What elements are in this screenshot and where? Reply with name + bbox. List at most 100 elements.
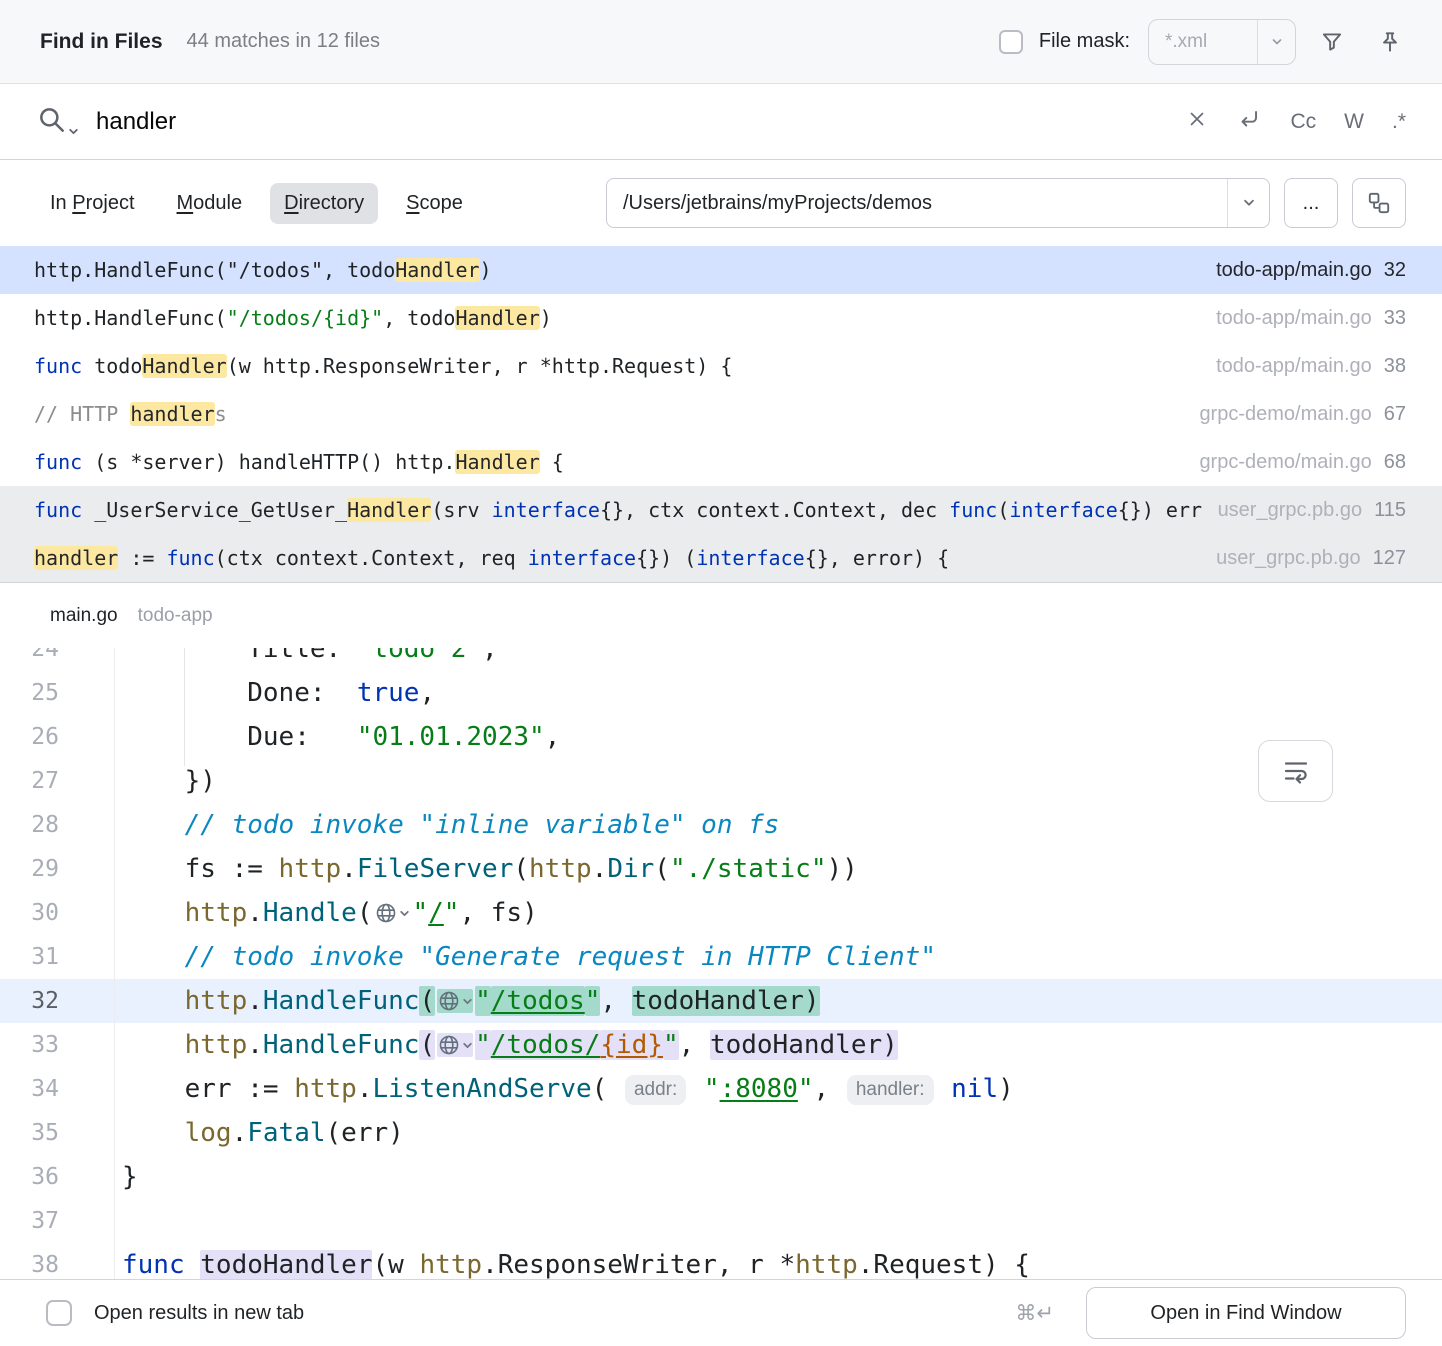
editor-line[interactable]: 34 err := http.ListenAndServe( addr: ":8… [0,1067,1442,1111]
code-text: func [122,1250,185,1279]
editor-line[interactable]: 30 http.Handle("/", fs) [0,891,1442,935]
file-mask-checkbox[interactable] [999,30,1023,54]
code-text: log [185,1118,232,1148]
open-results-new-tab-checkbox[interactable] [46,1300,72,1326]
result-row[interactable]: func todoHandler(w http.ResponseWriter, … [0,342,1442,390]
directory-structure-icon[interactable] [1352,178,1406,228]
editor-line[interactable]: 24 Title: "todo 2", [0,648,1442,671]
line-number: 31 [0,935,115,979]
match-case-toggle[interactable]: Cc [1290,110,1316,134]
code-text: HandleFunc [263,1030,420,1060]
editor-line[interactable]: 37 [0,1199,1442,1243]
result-code: func todoHandler(w http.ResponseWriter, … [34,354,1200,378]
code-text: . [341,854,357,884]
open-results-new-tab-label: Open results in new tab [94,1302,304,1325]
open-in-find-window-button[interactable]: Open in Find Window [1086,1287,1406,1339]
header-controls: File mask: *.xml [999,19,1412,65]
editor-line[interactable]: 33 http.HandleFunc("/todos/{id}", todoHa… [0,1023,1442,1067]
result-row[interactable]: // HTTP handlersgrpc-demo/main.go67 [0,390,1442,438]
editor-line[interactable]: 27 }) [0,759,1442,803]
soft-wrap-icon[interactable] [1258,740,1333,802]
clear-search-icon[interactable] [1186,108,1208,135]
editor-line[interactable]: 35 log.Fatal(err) [0,1111,1442,1155]
code-text: http [529,854,592,884]
code-text: . [247,986,263,1016]
scope-tab-in-project[interactable]: In Project [36,183,149,224]
chevron-down-icon[interactable] [1227,179,1269,227]
code-text: todoHandler) [710,1030,898,1060]
line-number: 30 [0,891,115,935]
result-line-number: 115 [1374,499,1406,522]
words-toggle[interactable]: W [1344,110,1364,134]
directory-combo[interactable]: /Users/jetbrains/myProjects/demos [606,178,1270,228]
code-text: {}) ( [636,546,696,570]
match-highlight: Handler [347,498,431,522]
code-text: http [185,1030,248,1060]
code-text: // todo invoke "inline variable" on fs [185,810,780,840]
code-line: http.HandleFunc("/todos", todoHandler) [115,979,820,1023]
match-summary: 44 matches in 12 files [187,30,380,53]
search-icon[interactable] [36,104,72,140]
preview-project-label: todo-app [138,605,213,627]
editor-line[interactable]: 25 Done: true, [0,671,1442,715]
editor-line[interactable]: 36} [0,1155,1442,1199]
result-line-number: 67 [1384,403,1406,426]
result-code: func (s *server) handleHTTP() http.Handl… [34,450,1183,474]
pin-icon[interactable] [1368,20,1412,64]
browse-directory-button[interactable]: ... [1284,178,1338,228]
editor-lines: 24 Title: "todo 2",25 Done: true,26 Due:… [0,648,1442,1279]
code-text: .Request) { [858,1250,1030,1279]
chevron-down-icon[interactable] [1257,20,1295,64]
preview-file-tab[interactable]: main.go [50,605,118,627]
line-number: 27 [0,759,115,803]
code-text: { [540,450,564,474]
result-row[interactable]: handler := func(ctx context.Context, req… [0,534,1442,582]
result-location: todo-app/main.go38 [1200,355,1442,378]
scope-tab-module[interactable]: Module [163,183,257,224]
code-line: http.Handle("/", fs) [115,891,538,935]
code-text: "./static" [670,854,827,884]
editor-line[interactable]: 26 Due: "01.01.2023", [0,715,1442,759]
result-row[interactable]: http.HandleFunc("/todos", todoHandler)to… [0,246,1442,294]
file-mask-combo[interactable]: *.xml [1148,19,1296,65]
code-text: / [428,898,444,928]
code-text: , [679,1030,710,1060]
match-highlight: Handler [395,258,479,282]
code-editor[interactable]: 24 Title: "todo 2",25 Done: true,26 Due:… [0,648,1442,1279]
scope-tab-scope[interactable]: Scope [392,183,477,224]
code-text: http.HandleFunc("/todos", todo [34,258,395,282]
code-text: " [663,1030,679,1060]
search-input[interactable]: handler [96,108,1186,136]
chevron-down-icon [68,124,79,142]
code-text: " [798,1074,814,1104]
result-row[interactable]: func _UserService_GetUser_Handler(srv in… [0,486,1442,534]
code-text: ( [419,1030,435,1060]
newline-icon[interactable] [1236,106,1262,137]
code-text: , [482,648,498,664]
result-row[interactable]: func (s *server) handleHTTP() http.Handl… [0,438,1442,486]
editor-line[interactable]: 32 http.HandleFunc("/todos", todoHandler… [0,979,1442,1023]
file-mask-label: File mask: [1039,30,1130,53]
filter-icon[interactable] [1310,20,1354,64]
match-highlight: Handler [455,306,539,330]
regex-toggle[interactable]: .* [1392,110,1406,134]
result-line-number: 127 [1373,547,1406,570]
code-line: http.HandleFunc("/todos/{id}", todoHandl… [115,1023,898,1067]
dialog-footer: Open results in new tab ⌘↵ Open in Find … [0,1279,1442,1346]
match-highlight: Handler [142,354,226,378]
line-number: 29 [0,847,115,891]
editor-line[interactable]: 38func todoHandler(w http.ResponseWriter… [0,1243,1442,1279]
editor-line[interactable]: 29 fs := http.FileServer(http.Dir("./sta… [0,847,1442,891]
result-row[interactable]: http.HandleFunc("/todos/{id}", todoHandl… [0,294,1442,342]
code-text: interface [1009,498,1117,522]
code-text [122,1030,185,1060]
directory-path-input[interactable]: /Users/jetbrains/myProjects/demos [607,192,1227,215]
editor-line[interactable]: 31 // todo invoke "Generate request in H… [0,935,1442,979]
code-text: } [122,1162,138,1192]
code-text: . [357,1074,373,1104]
scope-tab-directory[interactable]: Directory [270,183,378,224]
code-text: Fatal [247,1118,325,1148]
code-text: fs := [122,854,279,884]
code-text: " [704,1074,720,1104]
editor-line[interactable]: 28 // todo invoke "inline variable" on f… [0,803,1442,847]
